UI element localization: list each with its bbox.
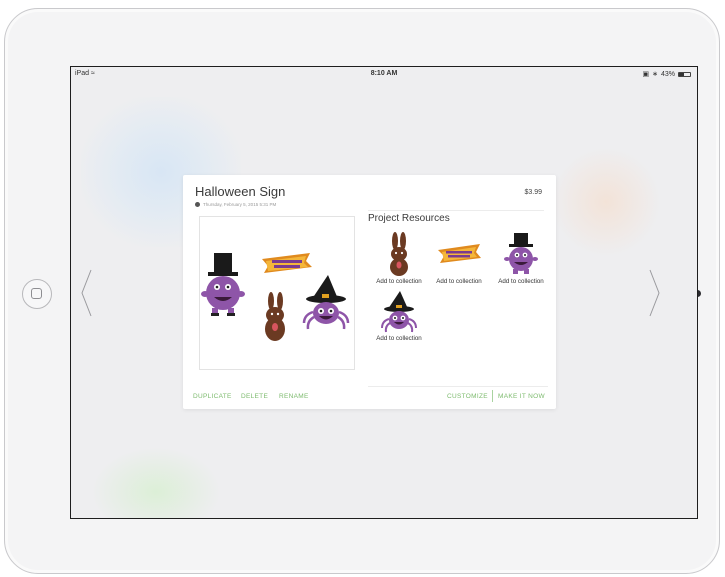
resource-item[interactable]: Add to collection	[491, 232, 551, 290]
resource-item[interactable]: Add to collection	[369, 232, 429, 290]
status-bar: iPad ≈ 8:10 AM ▣ ∗ 43%	[71, 67, 697, 81]
rename-button[interactable]: RENAME	[279, 393, 309, 400]
background-blur-peach	[551, 147, 661, 257]
chocolate-bunny-icon	[390, 232, 408, 276]
add-to-collection-link[interactable]: Add to collection	[485, 278, 557, 285]
battery-percent: 43%	[660, 70, 675, 78]
purple-monster-top-hat-icon	[201, 253, 245, 316]
project-preview[interactable]	[199, 216, 355, 370]
status-time: 8:10 AM	[370, 70, 398, 77]
background-blur-green	[91, 447, 221, 518]
duplicate-button[interactable]: DUPLICATE	[193, 393, 232, 400]
footer-divider	[368, 386, 548, 387]
happy-halloween-banner-icon	[262, 253, 312, 273]
resource-item[interactable]: Add to collection	[429, 232, 489, 290]
status-right: ▣ ∗ 43%	[642, 70, 691, 78]
project-card: Halloween Sign $3.99 Thursday, February …	[183, 175, 556, 409]
project-resources-title: Project Resources	[368, 213, 450, 224]
project-price: $3.99	[524, 189, 542, 196]
previous-arrow-icon[interactable]	[79, 268, 95, 318]
purple-monster-top-hat-icon	[504, 233, 538, 274]
delete-button[interactable]: DELETE	[241, 393, 268, 400]
next-arrow-icon[interactable]	[646, 268, 662, 318]
screen-mirroring-icon: ▣	[642, 71, 650, 78]
card-footer: DUPLICATE DELETE RENAME CUSTOMIZE MAKE I…	[183, 390, 556, 405]
project-date-text: Thursday, February 5, 2015 5:31 PM	[203, 202, 277, 207]
project-date: Thursday, February 5, 2015 5:31 PM	[195, 202, 276, 207]
make-it-now-button[interactable]: MAKE IT NOW	[498, 393, 545, 400]
happy-halloween-banner-icon	[438, 244, 481, 263]
add-to-collection-link[interactable]: Add to collection	[363, 335, 435, 342]
chocolate-bunny-icon	[265, 292, 285, 341]
home-button[interactable]	[22, 279, 52, 309]
resource-item[interactable]: Add to collection	[369, 289, 429, 347]
customize-button[interactable]: CUSTOMIZE	[447, 393, 488, 400]
purple-spider-witch-hat-icon	[381, 291, 417, 333]
battery-icon	[678, 71, 691, 77]
purple-spider-witch-hat-icon	[302, 275, 350, 330]
header-divider	[368, 210, 544, 211]
battery-fill	[679, 72, 684, 76]
project-title: Halloween Sign	[195, 184, 286, 199]
clock-icon	[195, 202, 200, 207]
bluetooth-icon: ∗	[652, 71, 658, 78]
project-preview-art	[201, 253, 350, 341]
footer-separator	[492, 390, 493, 402]
